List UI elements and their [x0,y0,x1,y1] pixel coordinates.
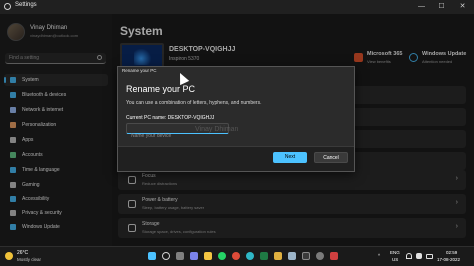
terminal-icon[interactable] [302,252,310,260]
rename-pc-dialog: Rename your PC Rename your PC You can us… [117,66,355,172]
excel-icon[interactable] [260,252,268,260]
windows-start-icon[interactable] [148,252,156,260]
system-tray-chevron-icon[interactable]: ^ [378,253,380,258]
task-view-icon[interactable] [176,252,184,260]
chrome-icon[interactable] [232,252,240,260]
clock-date[interactable]: 17-08-2022 [437,257,460,262]
dialog-description: You can use a combination of letters, hy… [126,100,262,106]
window-titlebar: Settings — ☐ ✕ [0,0,474,14]
dialog-heading: Rename your PC [126,84,196,94]
maximize-button[interactable]: ☐ [434,0,449,14]
window-title: Settings [15,2,37,8]
dialog-window-title: Rename your PC [122,68,157,73]
notepad-icon[interactable] [288,252,296,260]
file-explorer-icon[interactable] [204,252,212,260]
weather-temperature[interactable]: 26°C [17,250,28,256]
store-icon[interactable] [274,252,282,260]
dialog-titlebar: Rename your PC [118,67,354,76]
app-icon[interactable] [330,252,338,260]
taskbar: 26°C Mostly clear ^ ENG US 02:59 17-08-2… [0,246,474,266]
current-pc-name: Current PC name: DESKTOP-VQIGHJJ [126,115,215,121]
close-button[interactable]: ✕ [455,0,470,14]
language-region[interactable]: US [392,257,398,262]
minimize-button[interactable]: — [414,0,429,14]
volume-icon[interactable] [416,253,422,259]
language-indicator[interactable]: ENG [390,250,400,255]
chat-icon[interactable] [190,252,198,260]
watermark: Vinay Dhiman [195,126,239,133]
wifi-icon[interactable] [406,253,412,259]
edge-icon[interactable] [246,252,254,260]
whatsapp-icon[interactable] [218,252,226,260]
weather-description[interactable]: Mostly clear [17,257,41,262]
weather-icon[interactable] [5,252,13,260]
settings-gear-icon [4,3,11,10]
battery-icon[interactable] [426,254,433,259]
settings-icon[interactable] [316,252,324,260]
clock-time[interactable]: 02:59 [446,250,457,255]
cancel-button[interactable]: Cancel [314,152,348,163]
search-icon[interactable] [162,252,170,260]
next-button[interactable]: Next [273,152,307,163]
